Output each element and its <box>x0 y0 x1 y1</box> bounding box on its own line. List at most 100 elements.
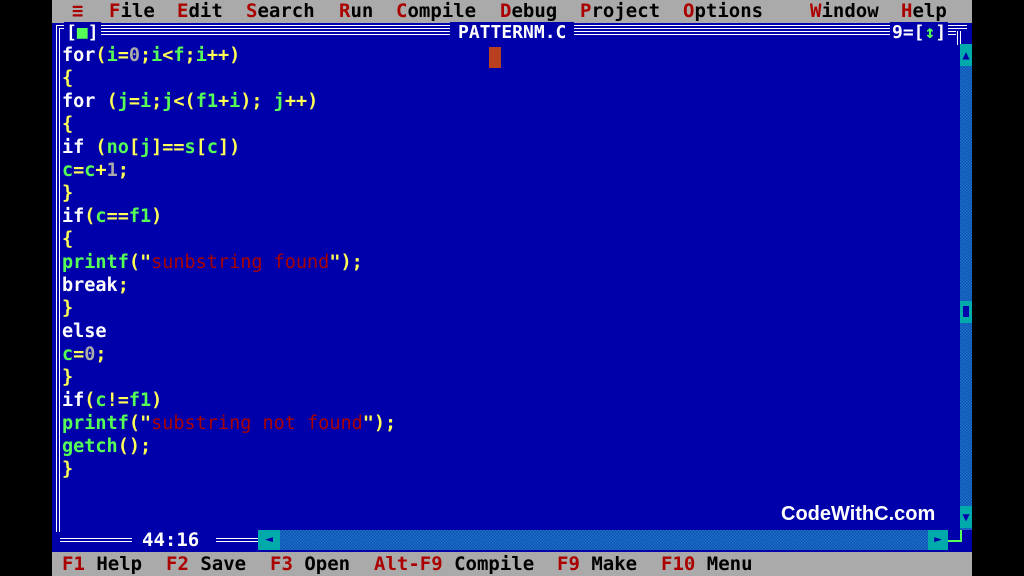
code-token: getch <box>62 436 118 457</box>
code-line[interactable]: { <box>62 228 396 251</box>
code-token: ( <box>106 91 118 112</box>
status-label: Compile <box>454 553 535 575</box>
scroll-up-arrow-icon[interactable]: ▲ <box>960 44 972 66</box>
menu-options[interactable]: Options <box>683 0 763 23</box>
code-line[interactable]: } <box>62 182 396 205</box>
status-label: Menu <box>706 553 753 575</box>
scroll-down-arrow-icon[interactable]: ▼ <box>960 506 972 528</box>
status-bar: F1 Help F2 Save F3 Open Alt-F9 Compile F… <box>52 552 972 576</box>
code-editor[interactable]: for(i=0;i<f;i++){for (j=i;j<(f1+i); j++)… <box>62 44 396 481</box>
title-bar-line <box>94 31 450 35</box>
code-token: "); <box>329 252 363 273</box>
code-token: j <box>273 91 285 112</box>
code-token: c <box>206 137 218 158</box>
code-line[interactable]: if(c!=f1) <box>62 389 396 412</box>
code-token: 1 <box>106 160 118 181</box>
code-token: + <box>95 160 107 181</box>
menu-hotkey: F <box>109 0 121 22</box>
status-compile[interactable]: Alt-F9 Compile <box>374 552 534 576</box>
code-line[interactable]: printf("substring not found"); <box>62 412 396 435</box>
code-line[interactable]: if (no[j]==s[c]) <box>62 136 396 159</box>
zoom-bracket: =[ <box>902 22 925 43</box>
resize-corner-icon[interactable] <box>948 530 962 542</box>
code-token: s <box>184 137 196 158</box>
menu-label: dit <box>188 0 223 22</box>
menu-label: ptions <box>694 0 764 22</box>
status-key: F2 <box>166 553 189 575</box>
code-line[interactable]: } <box>62 366 396 389</box>
code-line[interactable]: if(c==f1) <box>62 205 396 228</box>
turbo-c-ide: ≡ File Edit Search Run Compile Debug Pro… <box>52 0 972 576</box>
code-token: f <box>173 45 185 66</box>
menu-label: indow <box>821 0 879 22</box>
code-line[interactable]: break; <box>62 274 396 297</box>
status-key: F3 <box>270 553 293 575</box>
zoom-icon[interactable]: ↕ <box>925 22 936 43</box>
code-line[interactable]: getch(); <box>62 435 396 458</box>
code-token: break <box>62 275 118 296</box>
code-line[interactable]: } <box>62 458 396 481</box>
system-menu-icon[interactable]: ≡ <box>72 0 83 23</box>
code-line[interactable]: for (j=i;j<(f1+i); j++) <box>62 90 396 113</box>
menu-label: ompile <box>407 0 477 22</box>
code-token: = <box>117 45 129 66</box>
code-token: printf <box>62 413 129 434</box>
menu-project[interactable]: Project <box>580 0 660 23</box>
code-token: ( <box>95 137 107 158</box>
code-line[interactable]: c=0; <box>62 343 396 366</box>
menu-hotkey: P <box>580 0 592 22</box>
menu-run[interactable]: Run <box>339 0 373 23</box>
code-token: c <box>95 390 107 411</box>
code-line[interactable]: { <box>62 67 396 90</box>
code-token: f1 <box>195 91 218 112</box>
code-token: = <box>73 160 85 181</box>
code-token: ; <box>117 275 129 296</box>
text-cursor <box>489 47 501 68</box>
status-help[interactable]: F1 Help <box>62 552 142 576</box>
status-label: Save <box>200 553 247 575</box>
menu-window[interactable]: Window <box>810 0 879 23</box>
code-token: != <box>106 390 129 411</box>
menu-help[interactable]: Help <box>901 0 947 23</box>
menu-edit[interactable]: Edit <box>177 0 223 23</box>
code-line[interactable]: else <box>62 320 396 343</box>
code-token: ++) <box>206 45 241 66</box>
close-window-button[interactable]: [■] <box>64 22 101 44</box>
code-line[interactable]: { <box>62 113 396 136</box>
code-token: = <box>128 91 140 112</box>
horizontal-scrollbar[interactable]: ◄ ► <box>258 530 948 550</box>
menu-label: roject <box>591 0 661 22</box>
menu-label: elp <box>912 0 947 22</box>
status-make[interactable]: F9 Make <box>557 552 637 576</box>
menu-label: ebug <box>511 0 558 22</box>
vertical-scroll-thumb[interactable] <box>960 301 972 323</box>
code-token: ( <box>95 45 107 66</box>
code-token: } <box>62 183 74 204</box>
code-line[interactable]: c=c+1; <box>62 159 396 182</box>
code-token: <( <box>173 91 196 112</box>
close-icon: ■ <box>76 22 88 43</box>
menu-debug[interactable]: Debug <box>500 0 557 23</box>
status-key: F9 <box>557 553 580 575</box>
status-save[interactable]: F2 Save <box>166 552 246 576</box>
menu-file[interactable]: File <box>109 0 155 23</box>
status-key: F10 <box>661 553 696 575</box>
code-line[interactable]: for(i=0;i<f;i++) <box>62 44 396 67</box>
menu-search[interactable]: Search <box>246 0 315 23</box>
vertical-scrollbar[interactable]: ▲ ▼ <box>960 44 972 530</box>
code-line[interactable]: } <box>62 297 396 320</box>
code-token: if <box>62 206 85 227</box>
menu-label: ile <box>120 0 155 22</box>
status-open[interactable]: F3 Open <box>270 552 350 576</box>
code-token: (" <box>128 252 152 273</box>
menu-compile[interactable]: Compile <box>396 0 476 23</box>
status-menu[interactable]: F10 Menu <box>661 552 753 576</box>
scroll-left-arrow-icon[interactable]: ◄ <box>258 530 280 550</box>
code-token: ; <box>139 45 152 66</box>
code-token: i <box>151 45 163 66</box>
code-line[interactable]: printf("sunbstring found"); <box>62 251 396 274</box>
scroll-right-arrow-icon[interactable]: ► <box>928 530 948 550</box>
bracket: [ <box>66 22 77 43</box>
code-token: c <box>95 206 107 227</box>
code-token: else <box>62 321 107 342</box>
